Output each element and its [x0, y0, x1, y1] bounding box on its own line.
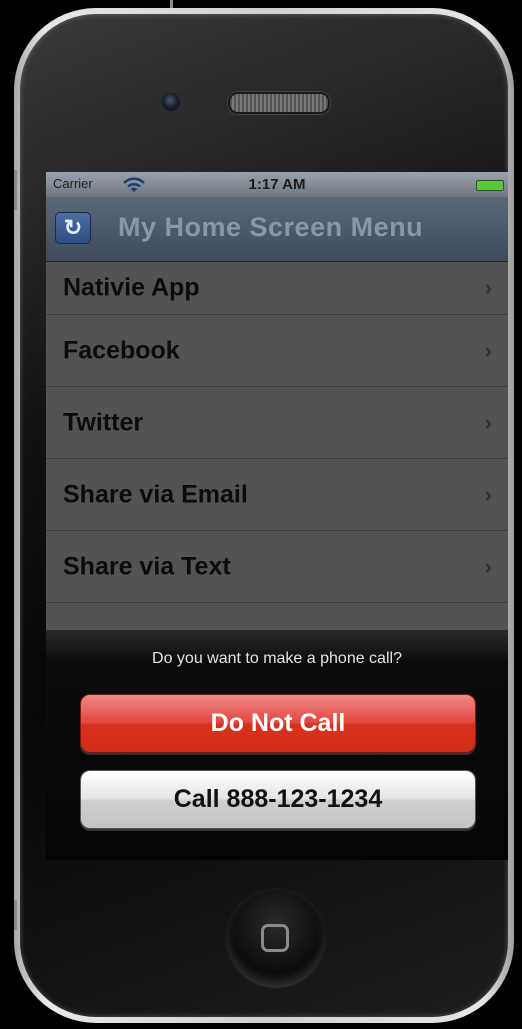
chevron-right-icon: ›	[484, 409, 492, 435]
nav-title: My Home Screen Menu	[118, 212, 424, 242]
action-sheet: Do you want to make a phone call? Do Not…	[46, 630, 508, 860]
chevron-right-icon: ›	[484, 337, 492, 363]
call-button[interactable]: Call 888-123-1234	[80, 770, 476, 829]
list-item-facebook[interactable]: Facebook ›	[46, 315, 508, 387]
screen: Carrier 1:17 AM ↻ My Home Screen Menu Na…	[46, 172, 508, 860]
list-item-twitter[interactable]: Twitter ›	[46, 387, 508, 459]
volume-down-button	[14, 900, 17, 930]
refresh-button[interactable]: ↻	[55, 212, 91, 244]
chevron-right-icon: ›	[484, 275, 492, 300]
status-bar: Carrier 1:17 AM	[46, 172, 508, 197]
navigation-bar: ↻ My Home Screen Menu	[46, 197, 508, 262]
earpiece-speaker	[228, 92, 330, 114]
list-item-share-text[interactable]: Share via Text ›	[46, 531, 508, 603]
list-item-label: Nativie App	[63, 273, 200, 302]
list-item-native-app[interactable]: Nativie App ›	[46, 262, 508, 315]
do-not-call-button[interactable]: Do Not Call	[80, 694, 476, 753]
list-item-label: Facebook	[63, 336, 180, 364]
action-sheet-title: Do you want to make a phone call?	[152, 650, 402, 667]
list-item-share-email[interactable]: Share via Email ›	[46, 459, 508, 531]
mute-switch	[170, 0, 173, 8]
list-item-label: Share via Email	[63, 480, 248, 508]
home-square-icon	[261, 924, 289, 952]
battery-icon	[476, 180, 504, 191]
refresh-icon: ↻	[63, 215, 83, 240]
menu-list: Nativie App › Facebook › Twitter › Share…	[46, 262, 508, 643]
list-item-label: Share via Text	[63, 552, 231, 580]
chevron-right-icon: ›	[484, 481, 492, 507]
status-time: 1:17 AM	[248, 176, 306, 193]
volume-up-button	[14, 170, 17, 210]
chevron-right-icon: ›	[484, 553, 492, 579]
list-item-label: Twitter	[63, 408, 144, 436]
front-camera	[161, 92, 181, 112]
home-button[interactable]	[227, 890, 325, 988]
